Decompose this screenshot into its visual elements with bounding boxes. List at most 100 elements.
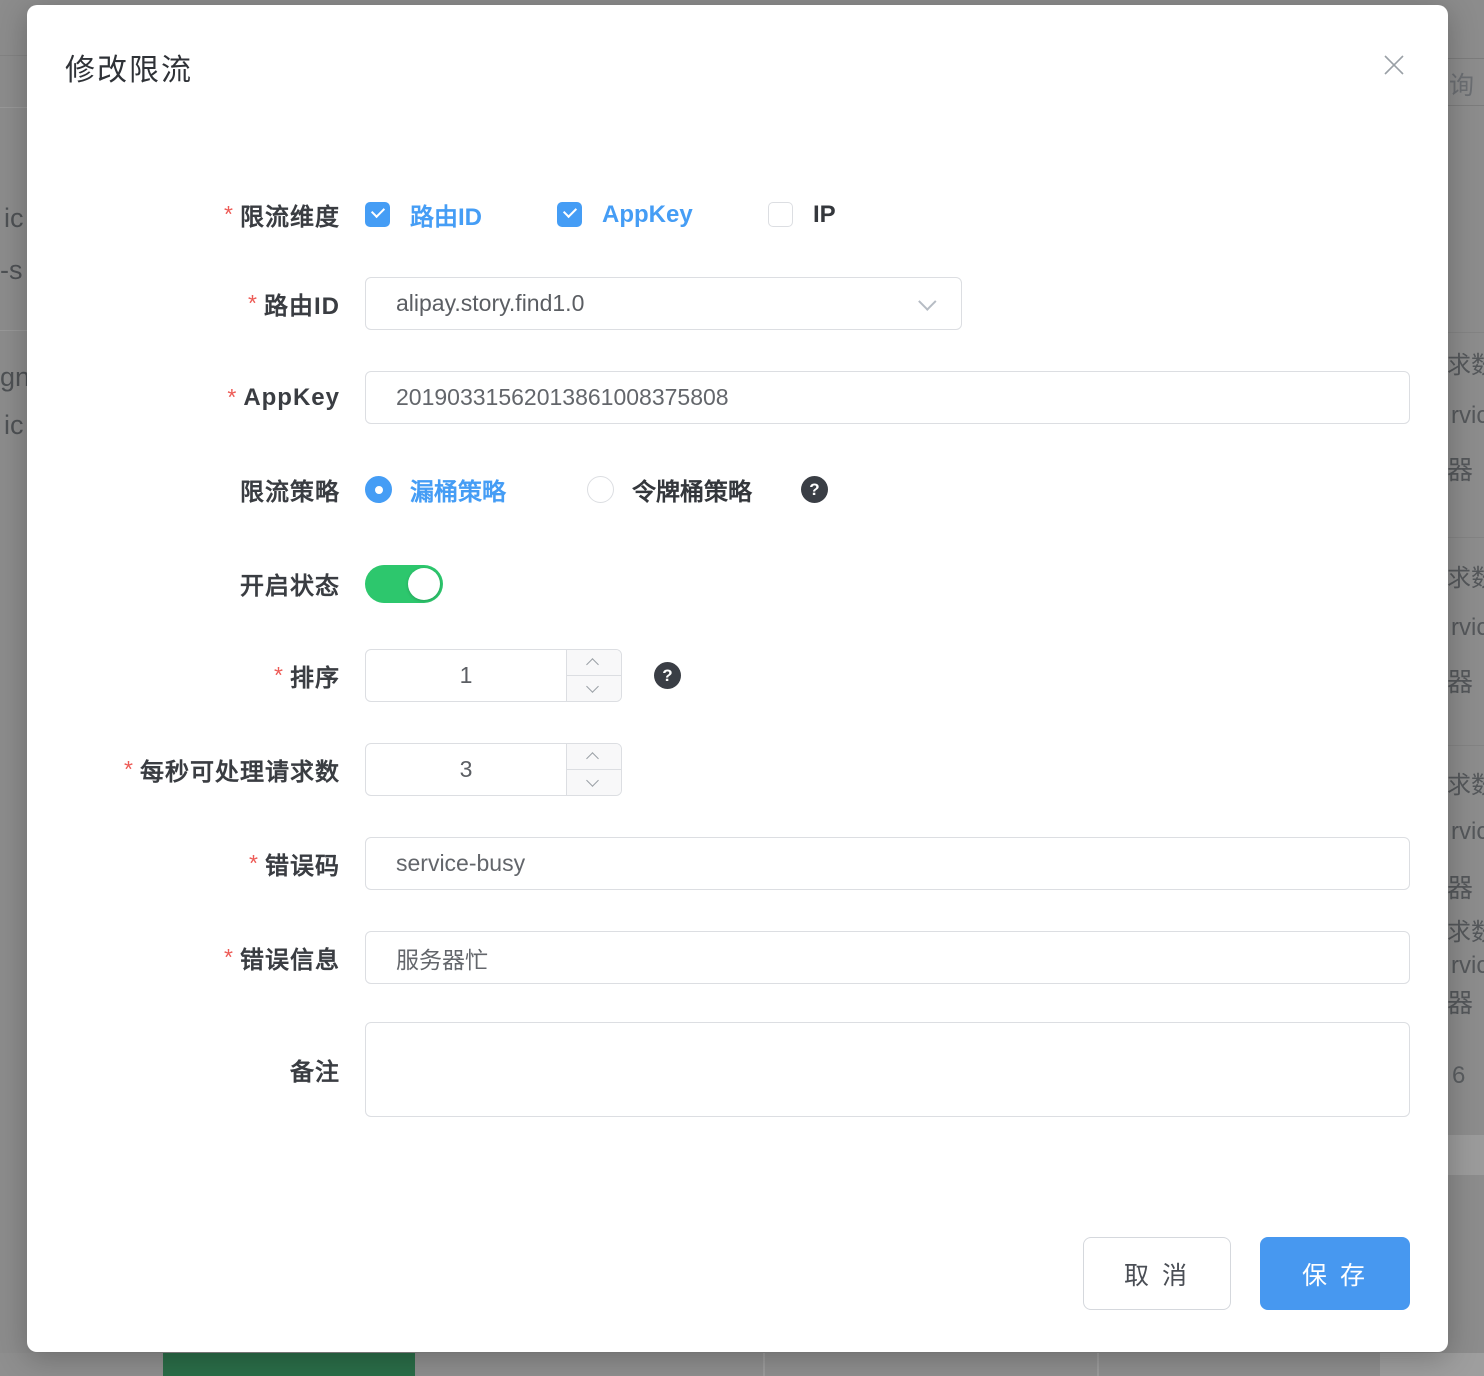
bg-divider <box>763 1353 765 1376</box>
bg-text-fragment: 器 <box>1447 450 1473 487</box>
radio-token-bucket[interactable]: 令牌桶策略 <box>587 463 752 516</box>
cancel-button[interactable]: 取 消 <box>1083 1237 1231 1310</box>
rate-limit-dimension-row: * 限流维度 路由ID AppKey IP <box>27 188 1448 241</box>
bg-divider <box>0 330 27 331</box>
qps-spinner <box>566 744 621 795</box>
required-asterisk: * <box>249 850 259 877</box>
bg-text-fragment: 求数 <box>1447 765 1484 800</box>
required-asterisk: * <box>248 290 258 317</box>
bg-text-fragment: rvic <box>1451 402 1484 430</box>
strategy-label: 限流策略 <box>27 463 340 516</box>
enabled-row: 开启状态 <box>27 557 1448 610</box>
bg-divider <box>0 55 27 56</box>
close-icon[interactable] <box>1378 49 1410 81</box>
required-asterisk: * <box>124 756 134 783</box>
chevron-up-icon <box>586 658 599 671</box>
bg-divider <box>1097 1353 1099 1376</box>
checkbox-appkey[interactable]: AppKey <box>557 188 693 241</box>
bg-band <box>1448 1135 1484 1175</box>
checkbox-label: AppKey <box>602 201 693 229</box>
sort-label: * 排序 <box>27 649 340 702</box>
edit-rate-limit-dialog: 修改限流 * 限流维度 路由ID AppKey IP * <box>27 5 1448 1352</box>
spinner-down-button[interactable] <box>567 770 621 796</box>
bg-divider <box>1448 745 1484 746</box>
bg-text-fragment: -s <box>0 255 23 286</box>
bg-text-fragment: ic <box>4 410 24 441</box>
bg-text-fragment: 器 <box>1447 662 1473 699</box>
help-icon[interactable]: ? <box>654 662 681 689</box>
help-icon[interactable]: ? <box>801 476 828 503</box>
bg-text-fragment: 求数 <box>1447 912 1484 947</box>
route-id-select-value: alipay.story.find1.0 <box>396 290 584 317</box>
chevron-down-icon <box>586 774 599 787</box>
bg-bottom-strip <box>0 1353 1484 1376</box>
checkbox-ip[interactable]: IP <box>768 188 836 241</box>
checkbox-route-id[interactable]: 路由ID <box>365 188 482 241</box>
strategy-row: 限流策略 漏桶策略 令牌桶策略 ? <box>27 463 1448 516</box>
spinner-up-button[interactable] <box>567 744 621 770</box>
appkey-label: * AppKey <box>27 371 340 424</box>
bg-text-fragment: 器 <box>1447 983 1473 1020</box>
sort-spinner <box>566 650 621 701</box>
appkey-input[interactable] <box>365 371 1410 424</box>
enabled-toggle-on[interactable] <box>365 565 443 603</box>
enabled-label: 开启状态 <box>27 557 340 610</box>
required-asterisk: * <box>227 384 237 411</box>
route-id-select[interactable]: alipay.story.find1.0 <box>365 277 962 330</box>
bg-text-fragment: 询 <box>1449 66 1474 102</box>
qps-number-input-box <box>365 743 622 796</box>
bg-text-fragment: 求数 <box>1447 558 1484 593</box>
error-message-input[interactable] <box>365 931 1410 984</box>
bg-text-fragment: 6 <box>1452 1062 1465 1090</box>
error-code-label: * 错误码 <box>27 837 340 890</box>
remark-row: 备注 <box>27 1022 1448 1117</box>
error-message-row: * 错误信息 <box>27 931 1448 984</box>
appkey-row: * AppKey <box>27 371 1448 424</box>
radio-unselected-icon <box>587 476 614 503</box>
bg-text-fragment: 器 <box>1447 868 1473 905</box>
toggle-knob <box>408 568 440 600</box>
dimension-label: * 限流维度 <box>27 188 340 241</box>
bg-text-fragment: 求数 <box>1447 345 1484 380</box>
required-asterisk: * <box>224 944 234 971</box>
error-code-input[interactable] <box>365 837 1410 890</box>
checkbox-label: IP <box>813 201 836 229</box>
qps-row: * 每秒可处理请求数 <box>27 743 1448 796</box>
radio-selected-icon <box>365 476 392 503</box>
bg-text-fragment: gn <box>0 362 30 393</box>
bg-text-fragment: rvic <box>1451 818 1484 846</box>
spinner-up-button[interactable] <box>567 650 621 676</box>
checkbox-checked-icon <box>557 202 582 227</box>
error-message-label: * 错误信息 <box>27 931 340 984</box>
bg-divider <box>1448 332 1484 333</box>
error-code-row: * 错误码 <box>27 837 1448 890</box>
sort-row: * 排序 ? <box>27 649 1448 702</box>
bg-green-bar <box>163 1353 415 1376</box>
bg-band <box>1380 1353 1484 1376</box>
route-id-row: * 路由ID alipay.story.find1.0 <box>27 277 1448 330</box>
bg-divider <box>1448 537 1484 538</box>
qps-label: * 每秒可处理请求数 <box>27 743 340 796</box>
bg-text-fragment: rvic <box>1451 614 1484 642</box>
checkbox-checked-icon <box>365 202 390 227</box>
route-id-label: * 路由ID <box>27 277 340 330</box>
required-asterisk: * <box>224 201 234 228</box>
save-button[interactable]: 保 存 <box>1260 1237 1410 1310</box>
bg-text-fragment: rvic <box>1451 952 1484 980</box>
dialog-title: 修改限流 <box>65 45 193 89</box>
radio-leaky-bucket[interactable]: 漏桶策略 <box>365 463 506 516</box>
chevron-up-icon <box>586 752 599 765</box>
remark-textarea[interactable] <box>365 1022 1410 1117</box>
remark-label: 备注 <box>27 1022 340 1117</box>
chevron-down-icon <box>586 680 599 693</box>
bg-text-fragment: ic <box>4 203 24 234</box>
radio-label: 漏桶策略 <box>410 472 506 507</box>
required-asterisk: * <box>274 662 284 689</box>
checkbox-label: 路由ID <box>410 197 482 232</box>
chevron-down-icon <box>918 292 936 310</box>
sort-number-input-box <box>365 649 622 702</box>
spinner-down-button[interactable] <box>567 676 621 702</box>
radio-label: 令牌桶策略 <box>632 472 752 507</box>
checkbox-unchecked-icon <box>768 202 793 227</box>
bg-divider <box>0 107 27 108</box>
